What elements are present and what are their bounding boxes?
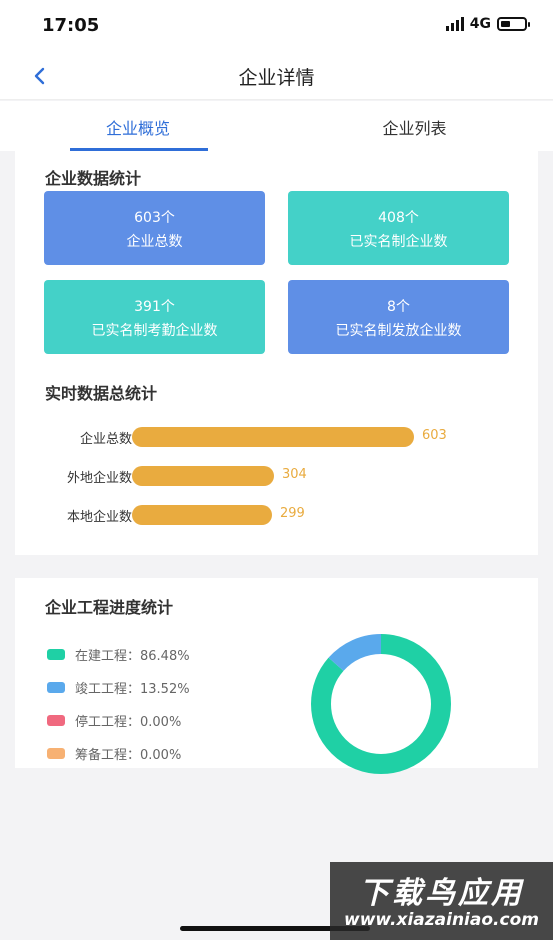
stat-box-payroll[interactable]: 8个 已实名制发放企业数	[288, 280, 509, 354]
signal-icon	[445, 17, 464, 31]
bar-row-local: 本地企业数 299	[15, 503, 538, 527]
status-time: 17:05	[42, 15, 100, 36]
status-icons: 4G	[445, 16, 530, 32]
stat-label: 已实名制企业数	[349, 234, 448, 250]
legend-label: 筹备工程：0.00%	[75, 747, 182, 763]
stat-box-realname[interactable]: 408个 已实名制企业数	[288, 191, 509, 265]
bar-fill	[132, 466, 274, 486]
legend-label: 在建工程：86.48%	[75, 648, 190, 664]
enterprise-stats-title: 企业数据统计	[45, 169, 142, 188]
stat-value: 408个	[378, 210, 419, 226]
legend-item-completed[interactable]: 竣工工程：13.52%	[47, 678, 190, 697]
legend-swatch	[47, 714, 65, 726]
legend-label: 停工工程：0.00%	[75, 714, 182, 730]
progress-stats-title: 企业工程进度统计	[45, 598, 174, 617]
stat-box-attendance[interactable]: 391个 已实名制考勤企业数	[44, 280, 265, 354]
stat-label: 企业总数	[126, 234, 183, 250]
bar-row-total: 企业总数 603	[15, 425, 538, 449]
bar-label: 企业总数	[79, 432, 132, 447]
stat-value: 603个	[134, 210, 175, 226]
legend-item-preparing[interactable]: 筹备工程：0.00%	[47, 744, 182, 763]
bar-label: 外地企业数	[66, 471, 132, 486]
watermark-title: 下载鸟应用	[359, 876, 524, 911]
tab-overview[interactable]: 企业概览	[0, 115, 276, 139]
bar-row-nonlocal: 外地企业数 304	[15, 464, 538, 488]
stat-label: 已实名制考勤企业数	[91, 323, 218, 339]
bar-fill	[132, 505, 272, 525]
legend-swatch	[47, 747, 65, 759]
stat-value: 391个	[134, 299, 175, 315]
stats-card: 企业数据统计 603个 企业总数 408个 已实名制企业数 391个 已实名制考…	[15, 151, 538, 555]
legend-item-suspended[interactable]: 停工工程：0.00%	[47, 711, 182, 730]
legend-label: 竣工工程：13.52%	[75, 681, 190, 697]
stat-box-total[interactable]: 603个 企业总数	[44, 191, 265, 265]
bar-fill	[132, 427, 414, 447]
legend-item-under-construction[interactable]: 在建工程：86.48%	[47, 645, 190, 664]
page-title: 企业详情	[238, 67, 315, 89]
stat-label: 已实名制发放企业数	[335, 323, 462, 339]
bar-value: 304	[282, 467, 307, 482]
watermark-url: www.xiazainiao.com	[344, 910, 539, 930]
bar-label: 本地企业数	[66, 510, 132, 525]
stat-value: 8个	[387, 299, 410, 315]
network-type: 4G	[469, 16, 491, 32]
tab-list[interactable]: 企业列表	[276, 115, 553, 139]
status-bar: 17:05 4G	[0, 0, 553, 52]
legend-swatch	[47, 648, 65, 660]
navigation-bar: 企业详情	[0, 52, 553, 100]
realtime-stats-title: 实时数据总统计	[45, 384, 158, 403]
tab-bar: 企业概览 企业列表	[0, 101, 553, 151]
battery-icon	[497, 17, 530, 31]
watermark-logo: 下载鸟应用 www.xiazainiao.com	[330, 862, 553, 940]
bar-value: 603	[422, 428, 447, 443]
bar-value: 299	[280, 506, 305, 521]
progress-card: 企业工程进度统计 在建工程：86.48% 竣工工程：13.52% 停工工程：0.…	[15, 578, 538, 774]
progress-donut-chart	[311, 634, 451, 774]
legend-swatch	[47, 681, 65, 693]
